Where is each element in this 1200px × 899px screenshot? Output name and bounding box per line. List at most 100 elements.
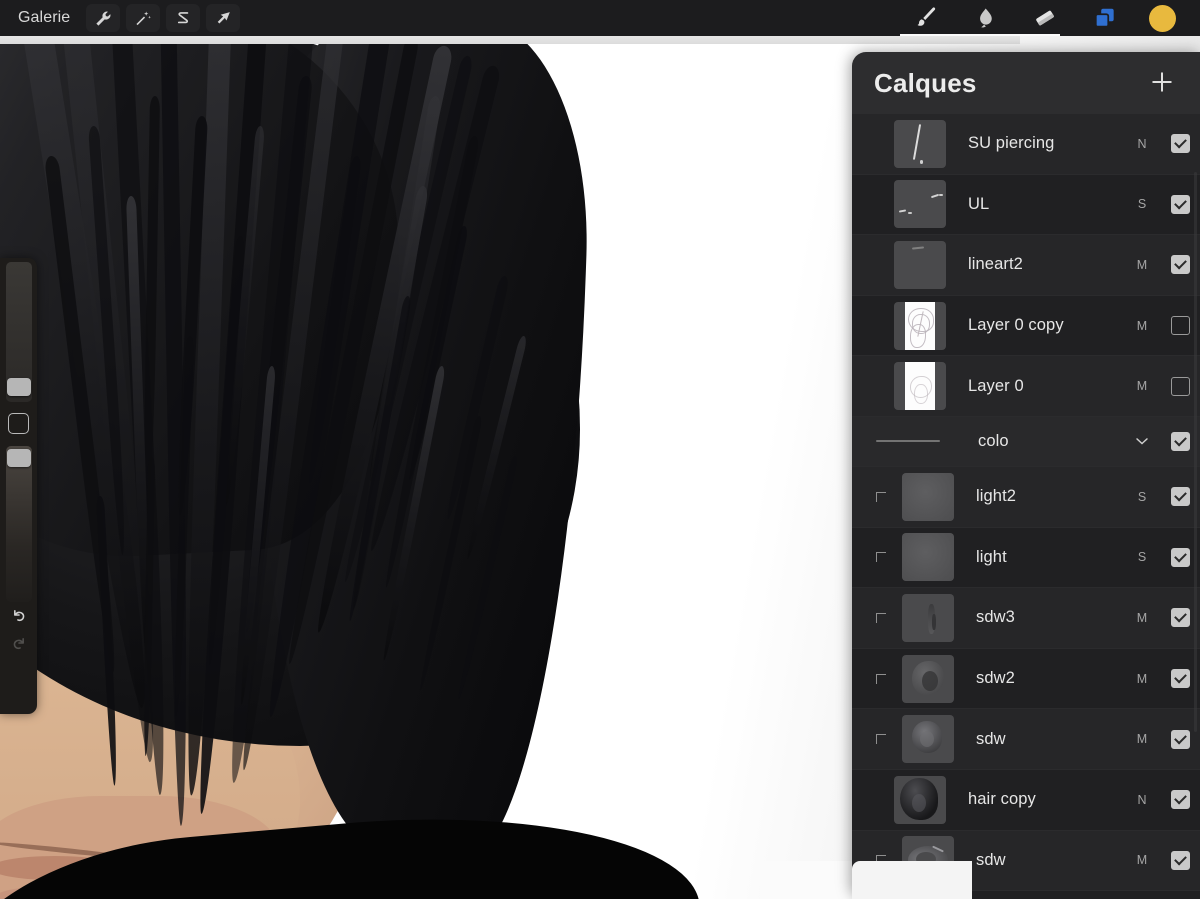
layer-row[interactable]: light2 S — [852, 466, 1200, 528]
layer-name: UL — [968, 194, 990, 213]
active-tool-underline — [900, 34, 1060, 36]
layer-name: sdw — [976, 850, 1006, 869]
layer-name: sdw2 — [976, 669, 1015, 688]
layers-icon[interactable] — [1089, 3, 1121, 33]
visibility-checkbox[interactable] — [1170, 316, 1190, 336]
undo-button[interactable] — [6, 602, 32, 628]
color-swatch[interactable] — [1149, 4, 1176, 32]
layer-thumbnail[interactable] — [894, 301, 946, 350]
layer-group-row[interactable]: colo — [852, 416, 1200, 467]
layers-panel: Calques SU piercing N UL Slineart2 M Layer 0 … — [852, 52, 1200, 899]
layer-row[interactable]: Layer 0 M — [852, 356, 1200, 417]
gallery-button[interactable]: Galerie — [18, 9, 80, 27]
clipping-mask-indicator — [852, 673, 892, 684]
layer-thumbnail[interactable] — [894, 240, 946, 289]
layer-visibility-toggle[interactable] — [1160, 850, 1200, 870]
artwork — [0, 36, 880, 899]
clipping-mask-indicator — [852, 734, 892, 745]
modify-button[interactable] — [8, 413, 29, 434]
layer-row[interactable]: sdw3 M — [852, 588, 1200, 649]
layer-thumbnail[interactable] — [894, 119, 946, 168]
layer-thumbnail[interactable] — [902, 593, 954, 642]
visibility-checkbox[interactable] — [1170, 850, 1190, 870]
layer-row[interactable]: sdw M — [852, 709, 1200, 770]
visibility-checkbox[interactable] — [1170, 194, 1190, 214]
transform-arrow-icon[interactable] — [206, 4, 241, 32]
brush-size-slider[interactable] — [5, 262, 32, 402]
visibility-checkbox[interactable] — [1170, 608, 1190, 628]
paintbrush-icon[interactable] — [909, 3, 941, 33]
visibility-checkbox[interactable] — [1170, 487, 1190, 507]
magic-wand-icon[interactable] — [126, 4, 161, 32]
panel-title: Calques — [874, 67, 977, 98]
brush-size-handle[interactable] — [6, 378, 31, 396]
layers-list[interactable]: SU piercing N UL Slineart2 M Layer 0 copy M Lay… — [852, 114, 1200, 899]
blend-mode-label[interactable]: S — [1124, 550, 1160, 564]
clipping-mask-indicator — [852, 552, 892, 563]
layer-thumbnail[interactable] — [902, 472, 954, 521]
layer-row[interactable]: SU piercing N — [852, 114, 1200, 175]
blend-mode-label[interactable]: N — [1124, 137, 1160, 151]
visibility-checkbox[interactable] — [1170, 547, 1190, 567]
group-collapsed-indicator — [876, 440, 940, 443]
opacity-handle[interactable] — [6, 449, 31, 467]
blend-mode-label[interactable]: N — [1124, 793, 1160, 807]
layer-name: sdw3 — [976, 608, 1015, 627]
layer-thumbnail[interactable] — [902, 715, 954, 764]
layer-name: sdw — [976, 729, 1006, 748]
layer-name: colo — [978, 431, 1009, 450]
layers-scrollbar[interactable] — [1194, 172, 1197, 732]
visibility-checkbox[interactable] — [1170, 134, 1190, 154]
layer-name: lineart2 — [968, 255, 1023, 274]
opacity-slider[interactable] — [5, 446, 32, 602]
visibility-checkbox[interactable] — [1170, 431, 1190, 451]
top-toolbar: Galerie — [0, 0, 1200, 36]
layer-row[interactable]: Layer 0 copy M — [852, 295, 1200, 357]
chevron-down-icon[interactable] — [1124, 431, 1160, 451]
wrench-icon[interactable] — [86, 4, 121, 32]
layer-visibility-toggle[interactable] — [1160, 729, 1200, 749]
layer-name: SU piercing — [968, 134, 1055, 153]
visibility-checkbox[interactable] — [1170, 729, 1190, 749]
eraser-icon[interactable] — [1029, 3, 1061, 33]
blend-mode-label[interactable]: M — [1124, 732, 1160, 746]
visibility-checkbox[interactable] — [1170, 669, 1190, 689]
blend-mode-label[interactable]: M — [1124, 258, 1160, 272]
layer-thumbnail[interactable] — [902, 533, 954, 582]
blend-mode-label[interactable]: M — [1124, 379, 1160, 393]
smudge-icon[interactable] — [969, 3, 1001, 33]
left-tool-sidebar — [0, 258, 37, 714]
visibility-checkbox[interactable] — [1170, 376, 1190, 396]
layer-row[interactable]: hair copy N — [852, 769, 1200, 831]
visibility-checkbox[interactable] — [1170, 790, 1190, 810]
blend-mode-label[interactable]: M — [1124, 853, 1160, 867]
blend-mode-label[interactable]: S — [1124, 197, 1160, 211]
procreate-app-window: Galerie Calques SU piercing N UL S linea… — [0, 0, 1200, 899]
blend-mode-label[interactable]: M — [1124, 611, 1160, 625]
layers-panel-header: Calques — [852, 52, 1200, 114]
layer-name: Layer 0 — [968, 376, 1024, 395]
add-layer-button[interactable] — [1148, 68, 1176, 96]
clipping-mask-indicator — [852, 612, 892, 623]
layer-thumbnail[interactable] — [894, 775, 946, 824]
blend-mode-label[interactable]: S — [1124, 490, 1160, 504]
blend-mode-label[interactable]: M — [1124, 319, 1160, 333]
redo-button[interactable] — [6, 630, 32, 656]
blend-mode-label[interactable]: M — [1124, 672, 1160, 686]
layer-row[interactable]: lineart2 M — [852, 235, 1200, 296]
layer-visibility-toggle[interactable] — [1160, 790, 1200, 810]
toolbar-left-group: Galerie — [0, 4, 241, 32]
selection-s-icon[interactable] — [166, 4, 201, 32]
layer-row[interactable]: UL S — [852, 174, 1200, 236]
layer-row[interactable]: light S — [852, 527, 1200, 589]
layer-row[interactable]: sdw2 M — [852, 648, 1200, 710]
visibility-checkbox[interactable] — [1170, 255, 1190, 275]
layer-visibility-toggle[interactable] — [1160, 134, 1200, 154]
layer-name: light2 — [976, 487, 1017, 506]
clipping-mask-indicator — [852, 491, 892, 502]
layer-name: hair copy — [968, 790, 1036, 809]
layer-thumbnail[interactable] — [894, 362, 946, 411]
toolbar-right-group — [909, 3, 1200, 33]
layer-thumbnail[interactable] — [902, 654, 954, 703]
layer-thumbnail[interactable] — [894, 180, 946, 229]
